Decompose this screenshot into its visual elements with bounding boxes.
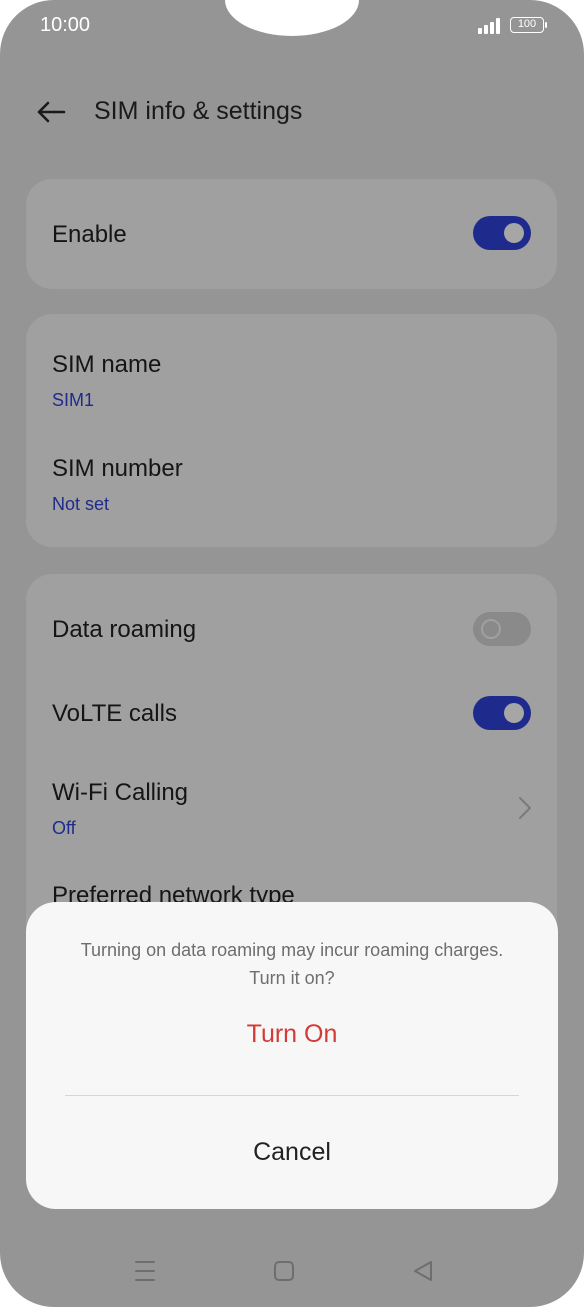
data-roaming-toggle[interactable]: [473, 612, 531, 646]
camera-notch: [225, 0, 359, 36]
cancel-button[interactable]: Cancel: [26, 1138, 558, 1167]
sim-number-label: SIM number: [52, 455, 183, 482]
back-arrow-icon[interactable]: [34, 95, 68, 129]
status-time: 10:00: [40, 14, 91, 36]
enable-label: Enable: [52, 221, 127, 248]
data-roaming-label: Data roaming: [52, 616, 197, 643]
enable-card: Enable: [26, 179, 557, 289]
network-card: Data roaming VoLTE calls Wi-Fi Calling O…: [26, 574, 557, 954]
page-title: SIM info & settings: [94, 97, 303, 125]
sim-card: SIM name SIM1 SIM number Not set: [26, 314, 557, 547]
volte-label: VoLTE calls: [52, 700, 177, 727]
wifi-calling-label: Wi-Fi Calling: [52, 779, 189, 806]
wifi-calling-value: Off: [52, 818, 76, 838]
phone-screen: 10:00 100 SIM info & settings Enable SIM…: [0, 0, 584, 1307]
home-square-icon[interactable]: [271, 1258, 297, 1284]
back-triangle-icon[interactable]: [410, 1258, 436, 1284]
dialog-message: Turning on data roaming may incur roamin…: [80, 940, 504, 988]
sim-name-value: SIM1: [52, 390, 95, 410]
turn-on-button[interactable]: Turn On: [26, 1020, 558, 1049]
sim-name-label: SIM name: [52, 351, 162, 378]
enable-toggle[interactable]: [473, 216, 531, 250]
signal-icon: [478, 18, 502, 34]
menu-icon[interactable]: [132, 1258, 158, 1284]
roaming-confirm-dialog: Turning on data roaming may incur roamin…: [26, 902, 558, 1209]
volte-toggle[interactable]: [473, 696, 531, 730]
chevron-right-icon: [518, 796, 532, 820]
sim-number-value: Not set: [52, 494, 110, 514]
dialog-divider: [65, 1095, 519, 1096]
battery-icon: 100: [510, 17, 547, 33]
